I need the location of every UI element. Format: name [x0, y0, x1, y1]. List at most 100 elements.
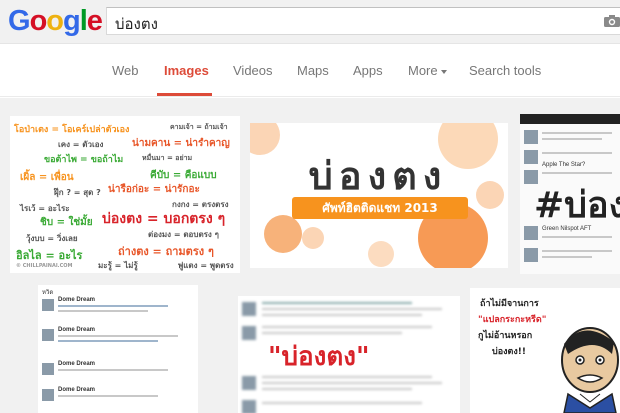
text-line	[58, 305, 168, 307]
avatar	[242, 376, 256, 390]
text-line	[58, 335, 178, 337]
subtitle-banner: ศัพท์ฮิตติดแชท 2013	[292, 197, 468, 219]
text-line	[542, 236, 612, 238]
user-name: Dome Dream	[58, 361, 96, 367]
search-query-text: บ่องตง	[115, 15, 158, 33]
slang-word: อิลไล = อะไร	[16, 249, 83, 262]
text-line	[58, 369, 168, 371]
decor-circle	[368, 241, 394, 267]
meme-line: "แปลกระกะหรีด"	[478, 315, 547, 325]
user-name: Apple The Star?	[542, 162, 586, 168]
image-result-4[interactable]: หวิด Dome Dream Dome Dream Dome Dream Do…	[38, 285, 198, 413]
slang-word: ฝุ๊ก ? = สุด ?	[54, 188, 101, 197]
avatar	[42, 329, 54, 341]
image-result-3[interactable]: Apple The Star? #บ่อง Green Nilspot AFT	[520, 114, 620, 274]
text-line	[262, 382, 442, 384]
tab-more[interactable]: More	[408, 63, 447, 78]
text-line	[58, 395, 158, 397]
title-overlay: "บ่องตง"	[268, 342, 370, 372]
tab-maps[interactable]: Maps	[297, 63, 329, 78]
text-line	[262, 402, 422, 404]
slang-word: วุ้งบบ = วิ่งเลย	[26, 234, 78, 243]
slang-word: ไรเว้ = อะไระ	[20, 204, 70, 213]
text-line	[542, 172, 612, 174]
decor-circle	[476, 181, 504, 209]
camera-icon[interactable]	[603, 14, 620, 28]
logo-letter: o	[46, 5, 64, 37]
logo-letter: l	[79, 5, 88, 37]
meme-line: กูไม่อ้านหรอก	[478, 331, 533, 341]
tab-web[interactable]: Web	[112, 63, 139, 78]
text-line	[58, 340, 158, 342]
meme-line: ถ้าไม่มีจานการ	[480, 299, 539, 309]
decor-circle	[250, 123, 280, 155]
text-line	[542, 256, 592, 258]
hashtag-overlay: #บ่อง	[534, 185, 620, 226]
avatar	[524, 130, 538, 144]
avatar	[524, 150, 538, 164]
image-result-2[interactable]: บ่องตง ศัพท์ฮิตติดแชท 2013	[250, 123, 508, 268]
header-text: หวิด	[42, 290, 54, 296]
logo-letter: o	[29, 5, 48, 37]
image-result-1[interactable]: โอป่าเตง = โอเคร์เปล่าตัวเอง คามเจ้า = ถ…	[10, 116, 240, 273]
text-line	[262, 302, 412, 304]
text-line	[542, 132, 612, 134]
search-input[interactable]: บ่องตง	[106, 7, 620, 35]
slang-word: คีบับ = คือแบบ	[150, 170, 217, 181]
logo-letter: G	[8, 5, 31, 37]
search-tabs: Web Images Videos Maps Apps More Search …	[0, 45, 620, 97]
avatar	[42, 363, 54, 375]
tab-search-tools[interactable]: Search tools	[469, 63, 541, 78]
slang-word: โอป่าเตง = โอเคร์เปล่าตัวเอง	[14, 125, 130, 135]
decor-circle	[264, 215, 302, 253]
avatar	[524, 226, 538, 240]
text-line	[262, 388, 412, 390]
tab-videos[interactable]: Videos	[233, 63, 273, 78]
tab-apps[interactable]: Apps	[353, 63, 383, 78]
meme-line: บ่องตง!!	[492, 347, 526, 357]
avatar	[42, 389, 54, 401]
slang-word: ชิบ = ใช่มั้ย	[40, 217, 93, 228]
slang-word: เผิ้ล = เพื่อน	[20, 172, 74, 183]
text-line	[542, 152, 612, 154]
avatar	[42, 299, 54, 311]
text-line	[262, 326, 432, 328]
decor-circle	[302, 227, 324, 249]
image-results: โอป่าเตง = โอเคร์เปล่าตัวเอง คามเจ้า = ถ…	[0, 98, 620, 413]
user-name: Dome Dream	[58, 327, 96, 333]
caret-down-icon	[440, 69, 447, 74]
text-line	[542, 250, 612, 252]
watermark-text: © CHILLPAINAI.COM	[16, 263, 73, 269]
avatar	[524, 248, 538, 262]
slang-word: ต่องมง = ตอบตรง ๆ	[148, 230, 219, 239]
active-tab-indicator	[157, 93, 212, 96]
slang-word: น่ามคาน = น่ารำคาญ	[132, 138, 230, 149]
tab-images[interactable]: Images	[164, 63, 209, 78]
user-name: Dome Dream	[58, 297, 96, 303]
slang-word: ขอต้าไพ = ขอถ้าไม	[44, 155, 124, 165]
tab-more-label: More	[408, 63, 438, 78]
meme-face-illustration	[561, 327, 619, 413]
text-line	[262, 314, 422, 316]
image-result-5[interactable]: "บ่องตง"	[238, 296, 460, 413]
slang-word: ถ่างตง = ถามตรง ๆ	[118, 245, 214, 258]
slang-word: เคง = ตัวเอง	[58, 140, 104, 149]
avatar	[242, 326, 256, 340]
slang-word: น่ารือก่อะ = น่ารักอะ	[108, 184, 200, 195]
logo-letter: g	[63, 5, 81, 37]
slang-word: คามเจ้า = ถ้ามเจ้า	[170, 123, 228, 131]
text-line	[58, 310, 148, 312]
google-logo[interactable]: Google	[8, 5, 103, 38]
text-line	[262, 308, 442, 310]
user-name: Dome Dream	[58, 387, 96, 393]
slang-word: มะรู้ = ไม่รู้	[98, 261, 138, 270]
text-line	[262, 332, 402, 334]
phone-status-bar	[520, 114, 620, 124]
avatar	[242, 400, 256, 413]
logo-letter: e	[86, 5, 103, 37]
slang-word: พู่แตง = พูดตรง	[178, 261, 234, 270]
top-bar: Google บ่องตง	[0, 0, 620, 44]
text-line	[542, 138, 602, 140]
slang-word: หมื่นมา = อย่าม	[142, 154, 193, 162]
image-result-6[interactable]: ถ้าไม่มีจานการ "แปลกระกะหรีด" กูไม่อ้านห…	[470, 288, 620, 413]
